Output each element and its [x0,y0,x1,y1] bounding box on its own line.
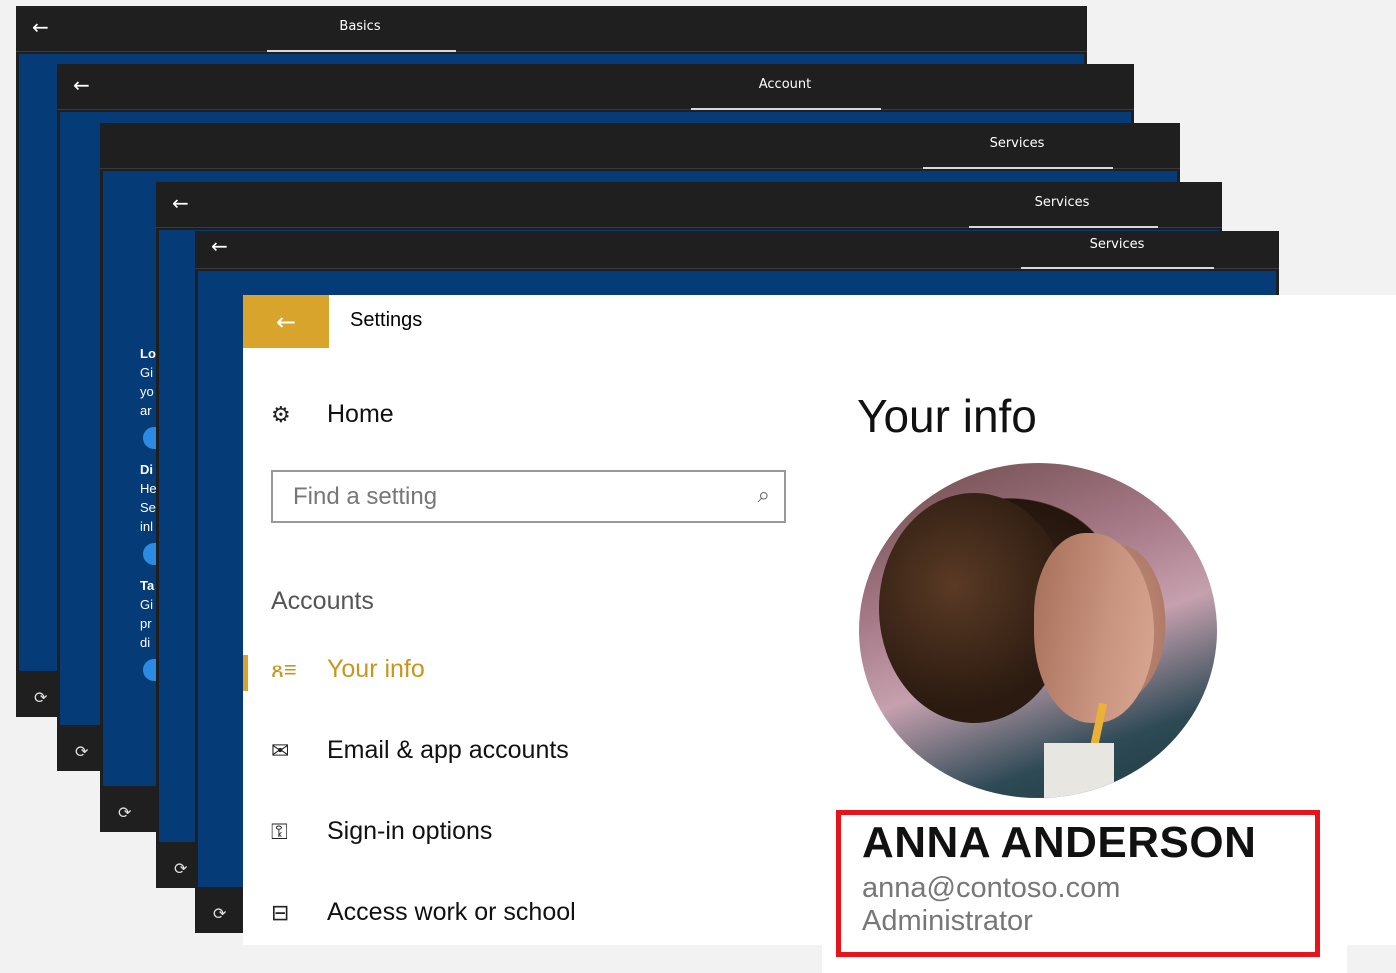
nav-item-sign-in-options[interactable]: ⚿ Sign-in options [271,817,492,846]
settings-back-button[interactable]: ← [243,295,329,348]
nav-item-your-info[interactable]: ጸ≡ Your info [271,655,425,684]
page-title: Your info [857,390,1037,442]
back-arrow-icon: ← [275,307,297,336]
find-setting-search-box[interactable]: Find a setting ⌕ [271,470,786,523]
profile-role: Administrator [862,905,1033,937]
oobe-tab-title: Services [1034,195,1090,210]
key-icon: ⚿ [271,818,288,844]
setting-text-fragment: inl [140,519,154,534]
setting-heading-fragment: Di [140,462,153,477]
oobe-tab-title: Account [758,77,812,92]
nav-item-label: Your info [327,655,425,683]
oobe-title-bar: ← Basics [16,6,1087,52]
search-icon[interactable]: ⌕ [758,483,770,508]
nav-item-home[interactable]: ⚙ Home [271,400,394,429]
setting-heading-fragment: Lo [140,346,156,361]
oobe-tab-title: Basics [339,19,381,34]
gear-icon: ⚙ [271,401,291,427]
setting-heading-fragment: Ta [140,578,155,593]
active-nav-marker [243,655,248,691]
ease-of-access-icon[interactable]: ⟳ [75,742,88,761]
oobe-title-bar: Services [100,123,1180,169]
setting-text-fragment: di [140,635,151,650]
ease-of-access-icon[interactable]: ⟳ [213,904,226,923]
mail-icon: ✉ [271,737,290,763]
nav-item-email-app-accounts[interactable]: ✉ Email & app accounts [271,736,569,765]
setting-text-fragment: He [140,481,157,496]
oobe-tab-underline [267,50,456,52]
back-arrow-icon[interactable]: ← [172,192,189,214]
oobe-tab-underline [691,108,881,110]
oobe-title-bar: ← Services [156,182,1222,228]
oobe-tab-title: Services [989,136,1045,151]
setting-text-fragment: Se [140,500,156,515]
back-arrow-icon[interactable]: ← [73,74,90,96]
oobe-tab-underline [923,167,1113,169]
ease-of-access-icon[interactable]: ⟳ [118,803,131,822]
ease-of-access-icon[interactable]: ⟳ [34,688,47,707]
person-list-icon: ጸ≡ [271,656,297,682]
nav-item-label: Access work or school [327,898,576,926]
setting-text-fragment: Gi [140,365,153,380]
search-placeholder: Find a setting [293,483,438,510]
profile-name: ANNA ANDERSON [862,818,1257,867]
nav-item-label: Sign-in options [327,817,493,845]
setting-text-fragment: ar [140,403,152,418]
ease-of-access-icon[interactable]: ⟳ [174,859,187,878]
briefcase-icon: ⊟ [271,899,290,925]
settings-window-title: Settings [350,309,423,331]
avatar-face [1034,533,1154,723]
setting-text-fragment: yo [140,384,154,399]
back-arrow-icon[interactable]: ← [211,235,228,257]
setting-text-fragment: Gi [140,597,153,612]
profile-avatar [859,463,1217,798]
oobe-tab-underline [969,226,1158,228]
back-arrow-icon[interactable]: ← [32,16,49,38]
section-heading-accounts: Accounts [271,587,374,615]
profile-email: anna@contoso.com [862,872,1121,904]
nav-item-label: Email & app accounts [327,736,569,764]
oobe-title-bar: ← Services [195,231,1279,269]
nav-item-label: Home [327,400,394,428]
avatar-cup [1044,743,1114,798]
oobe-tab-title: Services [1089,237,1145,252]
nav-item-access-work-school[interactable]: ⊟ Access work or school [271,898,576,927]
oobe-tab-underline [1021,267,1214,269]
oobe-title-bar: ← Account [57,64,1134,110]
setting-text-fragment: pr [140,616,152,631]
